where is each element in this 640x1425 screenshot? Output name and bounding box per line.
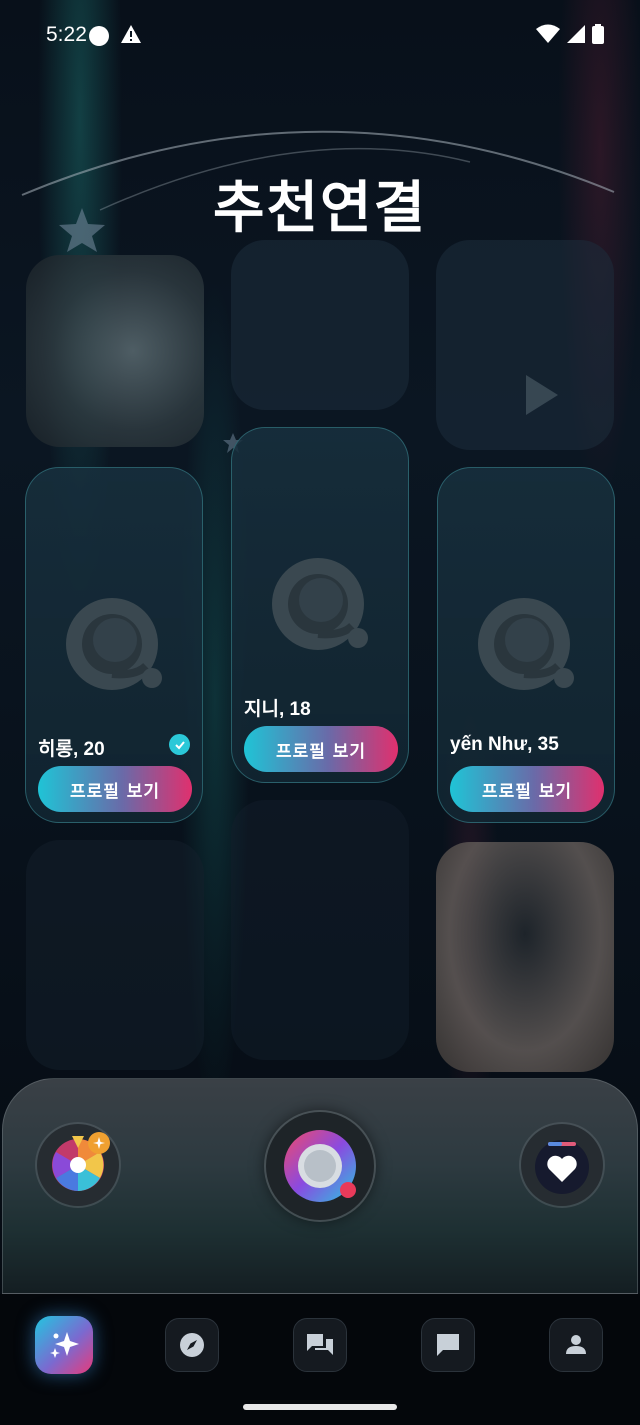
app-logo-placeholder-icon [478,598,574,690]
wheel-badge-icon [52,1132,110,1191]
compass-icon [180,1333,204,1357]
nav-messages[interactable] [421,1318,475,1372]
home-indicator[interactable] [243,1404,397,1410]
nav-explore[interactable] [165,1318,219,1372]
blurred-photo-tile [231,800,409,1060]
nav-community[interactable] [293,1318,347,1372]
status-time: 5:22 [46,23,87,46]
person-icon [566,1335,586,1354]
sparkle-icon [50,1332,79,1358]
play-icon [526,375,558,415]
search-logo-icon [284,1130,356,1202]
status-bar: 5:22 [0,0,640,72]
chat-bubbles-icon [307,1334,333,1355]
nav-profile[interactable] [549,1318,603,1372]
view-profile-button[interactable]: 프로필 보기 [38,766,192,812]
blurred-photo-tile [436,240,614,450]
blurred-photo-tile [26,840,204,1070]
view-profile-button[interactable]: 프로필 보기 [450,766,604,812]
warning-icon [121,25,141,43]
profile-name: 히롱, 20 [38,739,105,760]
app-logo-placeholder-icon [66,598,162,690]
profile-name: yến Như, 35 [450,734,559,755]
lucky-wheel-button[interactable] [37,1124,119,1206]
search-match-button[interactable] [266,1112,374,1220]
view-profile-button[interactable]: 프로필 보기 [244,726,398,772]
signal-icon [567,25,585,43]
profile-card[interactable]: yến Như, 35 프로필 보기 [437,467,615,823]
profile-card[interactable]: 히롱, 20 프로필 보기 [25,467,203,823]
profile-name: 지니, 18 [244,699,311,720]
profile-card[interactable]: 지니, 18 프로필 보기 [231,427,409,783]
nav-recommend[interactable] [35,1316,93,1374]
verified-badge-icon [169,734,190,755]
blurred-photo-tile [231,240,409,410]
blurred-photo-tile [436,842,614,1072]
notification-dot-icon [89,26,109,46]
likes-button[interactable] [521,1124,603,1206]
status-icons [536,24,604,44]
app-logo-placeholder-icon [272,558,368,650]
blurred-photo-tile [26,255,204,447]
heart-icon [535,1140,589,1194]
message-icon [437,1334,459,1356]
wifi-icon [536,24,560,43]
page-title: 추천연결 [212,176,428,241]
battery-icon [592,24,604,44]
